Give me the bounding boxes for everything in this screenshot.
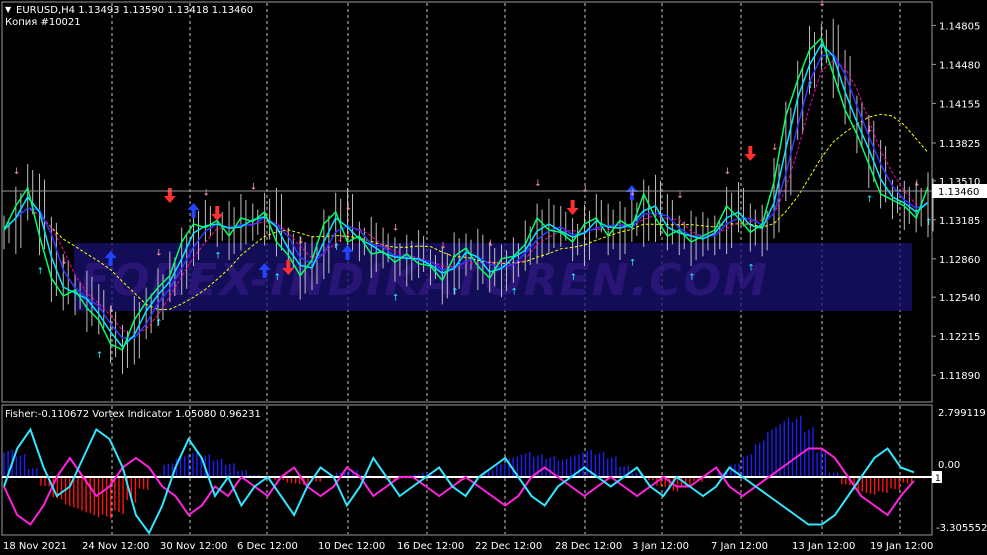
time-label: 3 Jan 12:00	[632, 541, 689, 552]
small-down-arrow-icon: ↓	[392, 223, 400, 233]
small-down-arrow-icon: ↓	[866, 125, 874, 135]
small-down-arrow-icon: ↓	[439, 241, 447, 251]
time-label: 18 Nov 2021	[3, 541, 67, 552]
trading-chart[interactable]: FOREX-INDIKATOREN.COM ↓ ↑ ↓ ↑ ↓ ↓ ↑ ↓ ↑ ↓ ↑ ↓ ↑ ↓ ↓ ↑ ↓ ↑…	[0, 0, 987, 555]
current-price-label: 1.13460	[938, 187, 979, 198]
small-up-arrow-icon: ↑	[570, 273, 578, 283]
small-down-arrow-icon: ↓	[202, 189, 210, 199]
price-label: 1.12860	[939, 255, 980, 266]
small-down-arrow-icon: ↓	[487, 239, 495, 249]
small-up-arrow-icon: ↑	[510, 287, 518, 297]
small-up-arrow-icon: ↑	[333, 243, 341, 253]
indicator-axis-min: -3.305552	[936, 523, 987, 534]
small-down-arrow-icon: ↓	[724, 167, 732, 177]
watermark-text: FOREX-INDIKATOREN.COM	[80, 255, 769, 306]
time-label: 19 Jan 12:00	[870, 541, 933, 552]
time-label: 6 Dec 12:00	[237, 541, 298, 552]
small-down-arrow-icon: ↓	[913, 179, 921, 189]
small-up-arrow-icon: ↑	[807, 81, 815, 91]
time-label: 13 Jan 12:00	[792, 541, 855, 552]
small-down-arrow-icon: ↓	[771, 143, 779, 153]
indicator-header: Fisher:-0.110672 Vortex Indicator 1.0508…	[5, 409, 261, 420]
chart-dropdown-icon[interactable]: ▼	[5, 5, 12, 14]
price-label: 1.11890	[939, 371, 980, 382]
time-label: 16 Dec 12:00	[397, 541, 464, 552]
price-label: 1.14480	[939, 60, 980, 71]
indicator-level-label: 1	[935, 474, 941, 484]
small-down-arrow-icon: ↓	[60, 257, 68, 267]
price-label: 1.13825	[939, 139, 980, 150]
small-down-arrow-icon: ↓	[629, 189, 637, 199]
small-down-arrow-icon: ↓	[297, 237, 305, 247]
time-label: 28 Dec 12:00	[555, 541, 622, 552]
small-up-arrow-icon: ↑	[925, 218, 933, 228]
price-label: 1.14155	[939, 99, 980, 110]
small-up-arrow-icon: ↑	[866, 195, 874, 205]
symbol-header: EURUSD,H4 1.13493 1.13590 1.13418 1.1346…	[16, 5, 253, 16]
small-up-arrow-icon: ↑	[273, 273, 281, 283]
small-up-arrow-icon: ↑	[629, 259, 637, 269]
price-label: 1.12540	[939, 293, 980, 304]
small-down-arrow-icon: ↓	[534, 179, 542, 189]
small-up-arrow-icon: ↑	[214, 251, 222, 261]
time-axis: 18 Nov 2021 24 Nov 12:00 30 Nov 12:00 6 Dec…	[3, 541, 933, 552]
small-up-arrow-icon: ↑	[688, 273, 696, 283]
small-down-arrow-icon: ↓	[818, 0, 826, 9]
copy-label: Копия #10021	[5, 17, 81, 28]
small-up-arrow-icon: ↑	[392, 293, 400, 303]
small-down-arrow-icon: ↓	[345, 203, 353, 213]
small-up-arrow-icon: ↑	[451, 287, 459, 297]
time-label: 30 Nov 12:00	[160, 541, 227, 552]
time-label: 10 Dec 12:00	[318, 541, 385, 552]
indicator-axis-max: 2.799119	[938, 408, 986, 419]
price-label: 1.13510	[939, 177, 980, 188]
small-down-arrow-icon: ↓	[155, 249, 163, 259]
price-label: 1.14805	[939, 21, 980, 32]
time-label: 7 Jan 12:00	[711, 541, 768, 552]
price-label: 1.12215	[939, 332, 980, 343]
small-down-arrow-icon: ↓	[581, 185, 589, 195]
small-down-arrow-icon: ↓	[676, 191, 684, 201]
time-label: 24 Nov 12:00	[82, 541, 149, 552]
price-panel[interactable]	[1, 1, 933, 403]
small-up-arrow-icon: ↑	[747, 263, 755, 273]
indicator-axis-zero: 0.00	[938, 460, 960, 471]
small-down-arrow-icon: ↓	[13, 167, 21, 177]
price-label: 1.13185	[939, 216, 980, 227]
small-up-arrow-icon: ↑	[96, 351, 104, 361]
price-axis: 1.14805 1.14480 1.14155 1.13825 1.13510 1.131…	[932, 21, 980, 382]
small-up-arrow-icon: ↑	[155, 319, 163, 329]
time-label: 22 Dec 12:00	[475, 541, 542, 552]
small-up-arrow-icon: ↑	[37, 267, 45, 277]
small-down-arrow-icon: ↓	[108, 305, 116, 315]
